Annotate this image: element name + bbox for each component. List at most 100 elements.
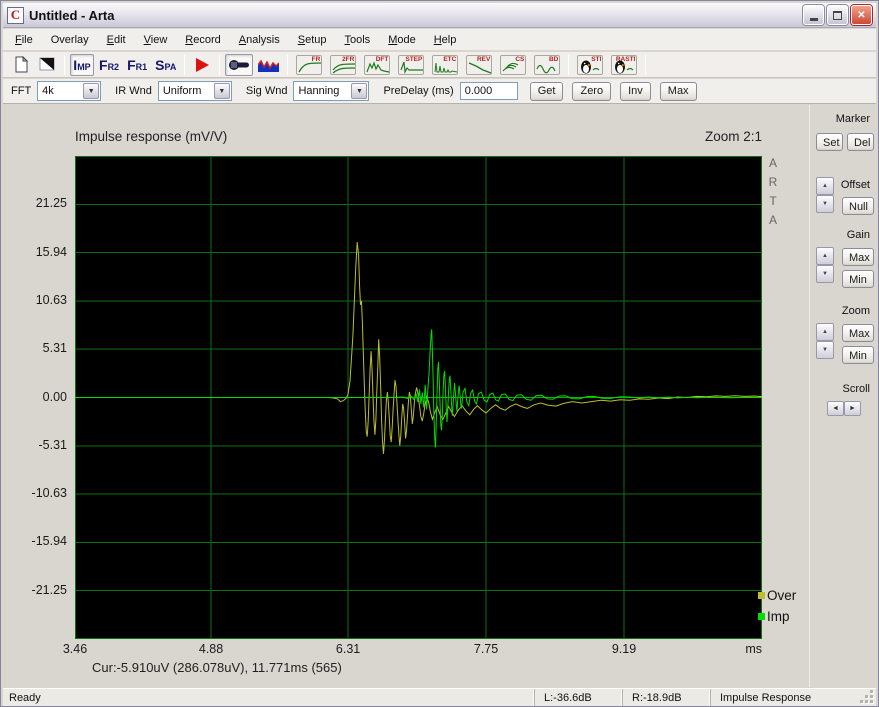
- toolbar-separator: [219, 54, 221, 75]
- max-button[interactable]: Max: [659, 81, 697, 101]
- title-bar[interactable]: C Untitled - Arta ✕: [3, 3, 876, 28]
- side-panel: Marker Set Del ▲ ▼ Offset Null Gain ▲ ▼ …: [811, 105, 877, 687]
- chevron-down-icon: ▼: [83, 83, 100, 99]
- left-level-field: L:-36.6dB: [534, 689, 622, 706]
- scroll-right-button[interactable]: ►: [844, 401, 861, 416]
- fft-select[interactable]: 4k ▼: [37, 81, 102, 101]
- gain-min-button[interactable]: Min: [842, 270, 874, 288]
- offset-up-button[interactable]: ▲: [816, 177, 834, 195]
- dft-analysis-button[interactable]: DFT: [361, 54, 393, 76]
- new-document-icon: [15, 56, 28, 73]
- menu-help[interactable]: Help: [425, 31, 466, 49]
- etc-analysis-button[interactable]: ETC: [429, 54, 461, 76]
- toolbar-separator: [64, 54, 65, 75]
- 2fr-curve-icon: [332, 62, 356, 73]
- y-tick-label: 15.94: [35, 244, 67, 259]
- offset-spinner: ▲ ▼: [816, 177, 834, 213]
- y-tick-label: 0.00: [42, 389, 67, 404]
- 2fr-analysis-button[interactable]: 2FR: [327, 54, 359, 76]
- impulse-plot-canvas[interactable]: [75, 156, 762, 639]
- menu-tools[interactable]: Tools: [336, 31, 380, 49]
- legend-swatch: [758, 613, 765, 620]
- waveform-icon: [258, 59, 280, 72]
- menu-analysis[interactable]: Analysis: [230, 31, 289, 49]
- menu-view[interactable]: View: [135, 31, 177, 49]
- gain-up-button[interactable]: ▲: [816, 247, 834, 265]
- series-over: [75, 241, 762, 454]
- close-button[interactable]: ✕: [851, 5, 872, 25]
- imp-mode-button[interactable]: IMP: [70, 53, 94, 76]
- cs-analysis-button[interactable]: CS: [497, 54, 529, 76]
- new-file-button[interactable]: [9, 54, 33, 76]
- menu-file[interactable]: File: [6, 31, 42, 49]
- gain-label: Gain: [846, 229, 870, 241]
- toolbar-separator: [287, 54, 289, 75]
- toolbar-separator: [184, 54, 186, 75]
- maximize-icon: [833, 10, 842, 20]
- rev-analysis-button[interactable]: REV: [463, 54, 495, 76]
- impulse-plot[interactable]: [75, 156, 762, 639]
- legend-swatch: [758, 592, 765, 599]
- maximize-button[interactable]: [827, 5, 848, 25]
- zero-button[interactable]: Zero: [572, 81, 612, 101]
- fr-analysis-button[interactable]: FR: [293, 54, 325, 76]
- toolbar-separator: [568, 54, 570, 75]
- minimize-button[interactable]: [803, 5, 824, 25]
- fr2-mode-button[interactable]: FR2: [96, 54, 122, 76]
- bd-analysis-button[interactable]: BD: [531, 54, 563, 76]
- inv-button[interactable]: Inv: [620, 81, 651, 101]
- predelay-input[interactable]: [459, 82, 518, 100]
- zoom-min-button[interactable]: Min: [842, 346, 874, 364]
- marker-set-button[interactable]: Set: [816, 133, 843, 151]
- controls-bar: FFT 4k ▼ IR Wnd Uniform ▼ Sig Wnd Hanning ▼…: [3, 79, 876, 104]
- penguin-icon: [615, 60, 634, 73]
- legend: Over Imp: [758, 585, 796, 627]
- zoom-down-button[interactable]: ▼: [816, 341, 834, 359]
- generator-button[interactable]: [225, 53, 254, 76]
- x-tick-label: 7.75: [473, 642, 499, 656]
- signal-view-button[interactable]: [255, 54, 282, 76]
- fr2-label: FR2: [99, 56, 120, 73]
- menu-mode[interactable]: Mode: [379, 31, 425, 49]
- toolbar: IMP FR2 FR1 SPA FR 2FR DFT STEP ETC REV …: [3, 52, 876, 78]
- gain-down-button[interactable]: ▼: [816, 265, 834, 283]
- spa-mode-button[interactable]: SPA: [152, 54, 179, 76]
- ir-wnd-select[interactable]: Uniform ▼: [157, 81, 232, 101]
- menu-edit[interactable]: Edit: [98, 31, 135, 49]
- menu-overlay[interactable]: Overlay: [42, 31, 98, 49]
- zoom-label: Zoom: [841, 305, 870, 317]
- sig-wnd-label: Sig Wnd: [245, 85, 288, 97]
- cursor-readout: Cur:-5.910uV (286.078uV), 11.771ms (565): [92, 660, 342, 675]
- scroll-left-button[interactable]: ◄: [827, 401, 844, 416]
- pointer-button[interactable]: [35, 54, 59, 76]
- microphone-icon: [229, 59, 250, 70]
- zoom-up-button[interactable]: ▲: [816, 323, 834, 341]
- fr1-mode-button[interactable]: FR1: [124, 54, 150, 76]
- step-analysis-button[interactable]: STEP: [395, 54, 427, 76]
- play-icon: [195, 57, 209, 72]
- fr-curve-icon: [298, 61, 322, 72]
- fr1-label: FR1: [127, 56, 148, 73]
- y-tick-label: -21.25: [31, 582, 67, 597]
- sig-wnd-value: Hanning: [298, 85, 340, 97]
- chevron-down-icon: ▼: [351, 83, 368, 99]
- record-button[interactable]: [190, 54, 214, 76]
- rasti-analysis-button[interactable]: RASTI: [608, 54, 640, 76]
- sti-analysis-button[interactable]: STI: [574, 54, 606, 76]
- menu-setup[interactable]: Setup: [289, 31, 336, 49]
- get-button[interactable]: Get: [529, 81, 564, 101]
- sig-wnd-select[interactable]: Hanning ▼: [293, 81, 370, 101]
- y-tick-label: -5.31: [38, 437, 68, 452]
- offset-null-button[interactable]: Null: [842, 197, 874, 215]
- status-bar: Ready L:-36.6dB R:-18.9dB Impulse Respon…: [3, 688, 876, 706]
- menu-record[interactable]: Record: [176, 31, 229, 49]
- resize-grip[interactable]: [860, 689, 876, 706]
- zoom-max-button[interactable]: Max: [842, 324, 874, 342]
- x-tick-label: 3.46: [62, 642, 88, 656]
- marker-del-button[interactable]: Del: [847, 133, 874, 151]
- app-icon: C: [7, 6, 24, 24]
- panel-divider: [809, 105, 810, 687]
- gain-max-button[interactable]: Max: [842, 248, 874, 266]
- offset-down-button[interactable]: ▼: [816, 195, 834, 213]
- legend-label: Imp: [767, 609, 790, 624]
